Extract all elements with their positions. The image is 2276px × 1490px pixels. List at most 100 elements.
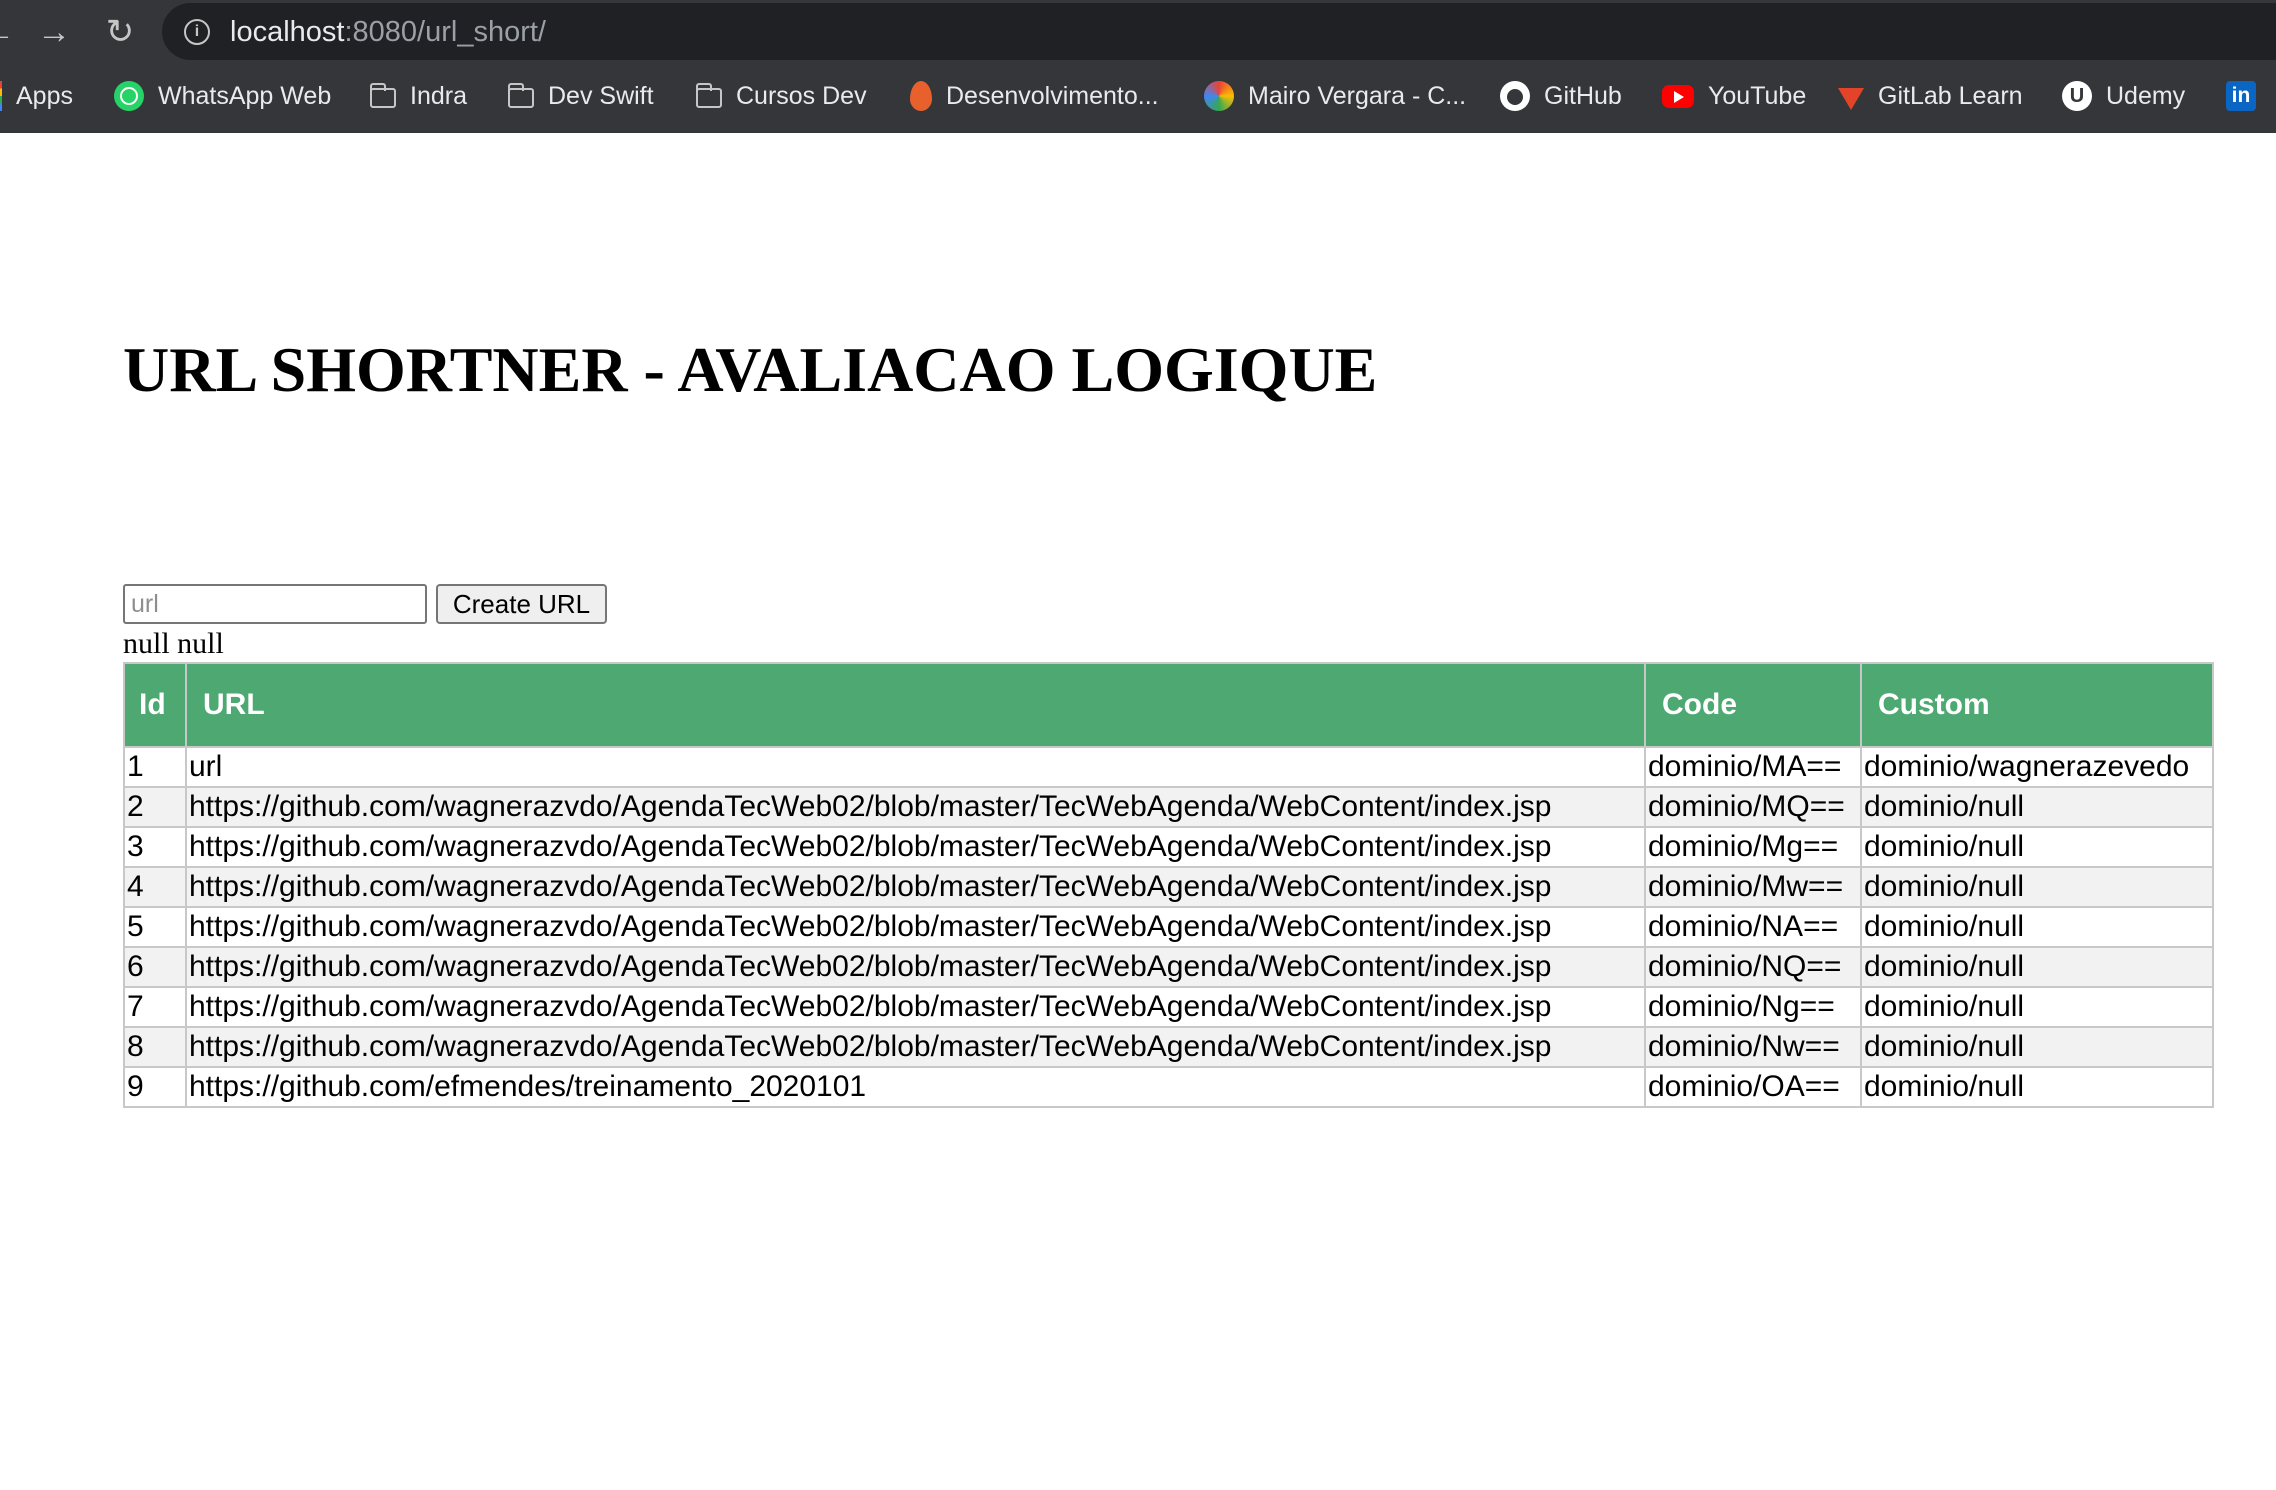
address-bar[interactable]: i localhost:8080/url_short/: [162, 3, 2276, 60]
bookmarks-bar: Apps WhatsApp Web Indra Dev Swift Cursos…: [0, 72, 2276, 120]
cell-code: dominio/NQ==: [1644, 946, 1862, 988]
forward-icon[interactable]: →: [34, 12, 74, 52]
table-row: 1 url dominio/MA== dominio/wagnerazevedo: [123, 746, 2214, 788]
header-url: URL: [185, 662, 1646, 748]
table-row: 2 https://github.com/wagnerazvdo/AgendaTe…: [123, 786, 2214, 828]
cell-url: https://github.com/wagnerazvdo/AgendaTec…: [185, 946, 1646, 988]
folder-icon: [370, 83, 396, 108]
bookmark-dev-swift[interactable]: Dev Swift: [508, 78, 654, 114]
cell-id: 9: [123, 1066, 187, 1108]
cell-code: dominio/Mg==: [1644, 826, 1862, 868]
address-url[interactable]: localhost:8080/url_short/: [230, 15, 546, 49]
url-input[interactable]: [123, 584, 427, 624]
reload-icon[interactable]: ↻: [100, 12, 140, 52]
cell-code: dominio/MA==: [1644, 746, 1862, 788]
bookmark-linkedin[interactable]: in: [2226, 78, 2270, 114]
info-icon[interactable]: i: [184, 19, 210, 45]
bookmark-label: Cursos Dev: [736, 82, 867, 110]
header-custom: Custom: [1860, 662, 2214, 748]
url-path: :8080/url_short/: [344, 16, 546, 48]
bookmark-whatsapp[interactable]: WhatsApp Web: [114, 78, 331, 114]
gitlab-icon: [1838, 88, 1864, 110]
back-icon[interactable]: ←: [0, 12, 18, 52]
table-row: 6 https://github.com/wagnerazvdo/AgendaTe…: [123, 946, 2214, 988]
cell-custom: dominio/null: [1860, 826, 2214, 868]
url-host: localhost: [230, 16, 345, 48]
bookmark-mairo-vergara[interactable]: Mairo Vergara - C...: [1204, 78, 1466, 114]
bookmark-gitlab-learn[interactable]: GitLab Learn: [1838, 78, 2023, 114]
table-row: 3 https://github.com/wagnerazvdo/AgendaTe…: [123, 826, 2214, 868]
table-header-row: Id URL Code Custom: [123, 662, 2214, 748]
cell-custom: dominio/null: [1860, 866, 2214, 908]
cell-custom: dominio/null: [1860, 1066, 2214, 1108]
navigation-bar: ← → ↻ i localhost:8080/url_short/: [0, 0, 2276, 64]
cell-custom: dominio/wagnerazevedo: [1860, 746, 2214, 788]
cell-code: dominio/MQ==: [1644, 786, 1862, 828]
cell-id: 5: [123, 906, 187, 948]
cell-code: dominio/Mw==: [1644, 866, 1862, 908]
bookmark-apps[interactable]: Apps: [0, 78, 73, 114]
table-row: 7 https://github.com/wagnerazvdo/AgendaTe…: [123, 986, 2214, 1028]
cell-id: 7: [123, 986, 187, 1028]
table-row: 4 https://github.com/wagnerazvdo/AgendaTe…: [123, 866, 2214, 908]
cell-custom: dominio/null: [1860, 906, 2214, 948]
bookmark-label: GitHub: [1544, 82, 1622, 110]
cell-url: https://github.com/efmendes/treinamento_…: [185, 1066, 1646, 1108]
folder-icon: [696, 83, 722, 108]
create-url-button[interactable]: Create URL: [436, 584, 607, 624]
cell-id: 2: [123, 786, 187, 828]
bookmark-desenvolvimento[interactable]: Desenvolvimento...: [910, 78, 1159, 114]
github-icon: [1500, 81, 1530, 111]
cell-id: 1: [123, 746, 187, 788]
cell-code: dominio/Ng==: [1644, 986, 1862, 1028]
whatsapp-icon: [114, 81, 144, 111]
bookmark-label: GitLab Learn: [1878, 82, 2023, 110]
linkedin-icon: in: [2226, 81, 2256, 111]
bookmark-label: Mairo Vergara - C...: [1248, 82, 1467, 110]
bookmark-label: WhatsApp Web: [158, 82, 332, 110]
table-row: 8 https://github.com/wagnerazvdo/AgendaTe…: [123, 1026, 2214, 1068]
flame-icon: [910, 81, 932, 111]
cell-id: 4: [123, 866, 187, 908]
cell-code: dominio/NA==: [1644, 906, 1862, 948]
site-icon: [1204, 81, 1234, 111]
cell-custom: dominio/null: [1860, 786, 2214, 828]
cell-url: https://github.com/wagnerazvdo/AgendaTec…: [185, 1026, 1646, 1068]
cell-custom: dominio/null: [1860, 986, 2214, 1028]
bookmark-label: Desenvolvimento...: [946, 82, 1159, 110]
bookmark-label: Dev Swift: [548, 82, 654, 110]
cell-id: 6: [123, 946, 187, 988]
bookmark-cursos-dev[interactable]: Cursos Dev: [696, 78, 867, 114]
bookmark-indra[interactable]: Indra: [370, 78, 467, 114]
cell-custom: dominio/null: [1860, 946, 2214, 988]
cell-code: dominio/Nw==: [1644, 1026, 1862, 1068]
bookmark-youtube[interactable]: YouTube: [1662, 78, 1806, 114]
cell-url: url: [185, 746, 1646, 788]
table-row: 5 https://github.com/wagnerazvdo/AgendaTe…: [123, 906, 2214, 948]
folder-icon: [508, 83, 534, 108]
table-body: 1 url dominio/MA== dominio/wagnerazevedo 2 ht…: [123, 746, 2214, 1108]
apps-icon: [0, 81, 2, 111]
cell-custom: dominio/null: [1860, 1026, 2214, 1068]
bookmark-label: Indra: [410, 82, 467, 110]
cell-id: 3: [123, 826, 187, 868]
bookmark-udemy[interactable]: U Udemy: [2062, 78, 2185, 114]
cell-id: 8: [123, 1026, 187, 1068]
cell-url: https://github.com/wagnerazvdo/AgendaTec…: [185, 826, 1646, 868]
cell-url: https://github.com/wagnerazvdo/AgendaTec…: [185, 906, 1646, 948]
table-row: 9 https://github.com/efmendes/treinamento…: [123, 1066, 2214, 1108]
bookmark-label: Udemy: [2106, 82, 2186, 110]
youtube-icon: [1662, 84, 1694, 108]
page-title: URL SHORTNER - AVALIACAO LOGIQUE: [123, 334, 1378, 405]
status-text: null null: [123, 627, 224, 660]
cell-url: https://github.com/wagnerazvdo/AgendaTec…: [185, 986, 1646, 1028]
header-code: Code: [1644, 662, 1862, 748]
browser-chrome: ← → ↻ i localhost:8080/url_short/ Apps W…: [0, 0, 2276, 133]
header-id: Id: [123, 662, 187, 748]
bookmark-github[interactable]: GitHub: [1500, 78, 1622, 114]
cell-code: dominio/OA==: [1644, 1066, 1862, 1108]
cell-url: https://github.com/wagnerazvdo/AgendaTec…: [185, 866, 1646, 908]
bookmark-label: Apps: [16, 82, 73, 110]
udemy-icon: U: [2062, 81, 2092, 111]
bookmark-label: YouTube: [1708, 82, 1807, 110]
